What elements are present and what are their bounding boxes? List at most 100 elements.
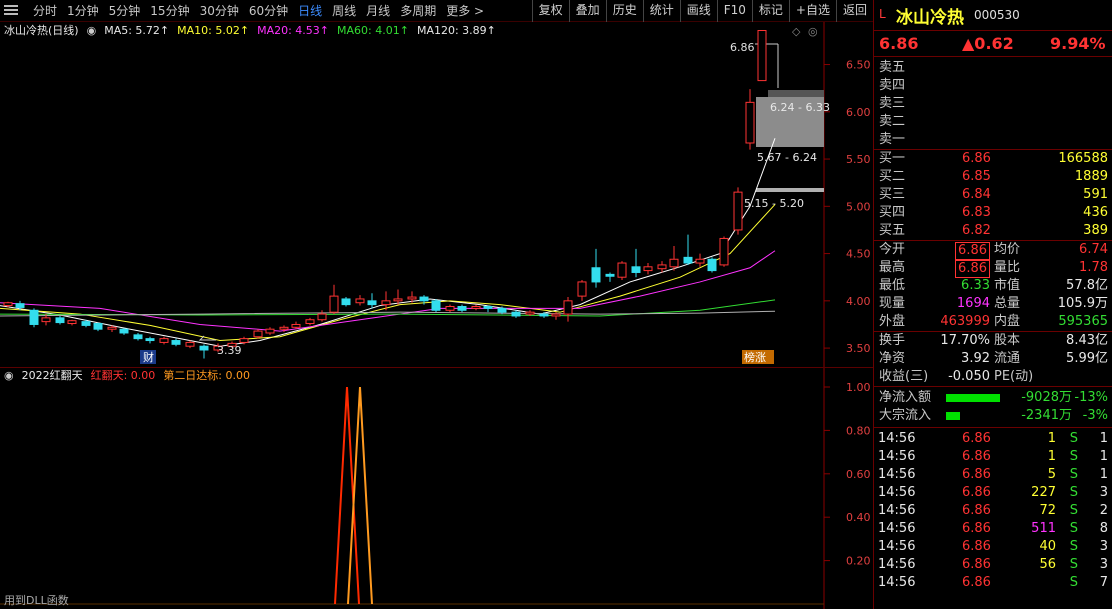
kline-chart[interactable]: 冰山冷热(日线) ◉ MA5: 5.72↑ MA10: 5.02↑ MA20: … [0, 22, 873, 367]
stat-label: 今开 [879, 242, 906, 257]
stat-row: 外盘 463999 内盘 595365 [874, 313, 1112, 331]
candle [81, 321, 91, 326]
finance-tag-label[interactable]: 财 [143, 350, 154, 364]
buy-book: 买一 6.86 166588 买二 6.85 1889 买三 6.84 591 买四 6.83 436… [874, 150, 1112, 241]
sell-row[interactable]: 卖二 [874, 113, 1112, 131]
flow-bar [946, 412, 960, 420]
ma20-label: MA20: 4.53↑ [257, 24, 330, 37]
tool-button-6[interactable]: 标记 [751, 0, 789, 22]
chart-title: 冰山冷热(日线) [4, 24, 79, 37]
sell-row[interactable]: 卖四 [874, 77, 1112, 95]
candle [445, 306, 455, 311]
period-tab-5[interactable]: 60分钟 [244, 3, 293, 19]
buy-volume: 166588 [1058, 151, 1108, 166]
top-toolbar: 分时 1分钟 5分钟 15分钟 30分钟 60分钟 日线 周线 月线 多周期 更多 > 复权 叠加 历史… [0, 0, 873, 22]
indicator-collapse-icon[interactable]: ◉ [4, 369, 14, 383]
candle [159, 338, 169, 343]
fund-value: -0.050 [948, 369, 990, 384]
period-tab-7[interactable]: 周线 [327, 3, 361, 19]
indicator-chart[interactable]: ◉ 2022红翻天 红翻天: 0.00 第二日达标: 0.00 1.00 0.80… [0, 367, 873, 609]
fund-value: 8.43亿 [1066, 333, 1108, 348]
fund-row: 净资 3.92 流通 5.99亿 [874, 350, 1112, 368]
candle [55, 317, 65, 324]
collapse-icon[interactable]: ◉ [87, 24, 97, 38]
tick-row: 14:56 6.86 227 S 3 [874, 484, 1112, 502]
sell-row[interactable]: 卖三 [874, 95, 1112, 113]
fund-label: 换手 [879, 333, 906, 348]
candle [265, 328, 275, 334]
billboard-tag-label[interactable]: 榜涨 [744, 350, 766, 364]
sell-row[interactable]: 卖一 [874, 131, 1112, 149]
gap-box-3 [756, 188, 824, 192]
candle [539, 313, 549, 317]
tool-button-3[interactable]: 统计 [642, 0, 680, 22]
tool-button-5[interactable]: F10 [716, 0, 752, 22]
candle [355, 298, 365, 304]
buy-row[interactable]: 买二 6.85 1889 [874, 168, 1112, 186]
ind-tick-label: 0.80 [846, 424, 871, 437]
period-tab-8[interactable]: 月线 [361, 3, 395, 19]
tool-button-7[interactable]: +自选 [788, 0, 836, 22]
fund-row: 换手 17.70% 股本 8.43亿 [874, 332, 1112, 350]
period-tab-6[interactable]: 日线 [293, 3, 327, 19]
candle [239, 338, 249, 343]
buy-row[interactable]: 买五 6.82 389 [874, 222, 1112, 240]
tool-button-0[interactable]: 复权 [531, 0, 569, 22]
period-tab-4[interactable]: 30分钟 [195, 3, 244, 19]
tick-count: 2 [1099, 503, 1108, 518]
tick-list: 14:56 6.86 1 S 1 14:56 6.86 1 S 1 14:56 6.86 5 S 1 14:5… [874, 428, 1112, 592]
ma10-label: MA10: 5.02↑ [177, 24, 250, 37]
period-tabs: 分时 1分钟 5分钟 15分钟 30分钟 60分钟 日线 周线 月线 多周期 更多 > [28, 3, 489, 19]
tick-count: 3 [1099, 539, 1108, 554]
candle [407, 296, 417, 300]
menu-icon[interactable] [4, 5, 18, 16]
tick-price: 6.86 [962, 575, 991, 590]
indicator-name: 2022红翻天 [21, 369, 83, 382]
sell-row[interactable]: 卖五 [874, 59, 1112, 77]
tick-time: 14:56 [878, 575, 916, 590]
buy-row[interactable]: 买三 6.84 591 [874, 186, 1112, 204]
buy-price: 6.85 [962, 169, 991, 184]
period-tab-1[interactable]: 1分钟 [62, 3, 104, 19]
spike-red [334, 386, 360, 605]
buy-row[interactable]: 买一 6.86 166588 [874, 150, 1112, 168]
stat-value: 1.78 [1079, 260, 1108, 275]
tick-price: 6.86 [962, 449, 991, 464]
buy-row[interactable]: 买四 6.83 436 [874, 204, 1112, 222]
tick-side: S [1069, 521, 1078, 536]
period-tab-3[interactable]: 15分钟 [145, 3, 194, 19]
candle [631, 266, 641, 273]
period-tab-2[interactable]: 5分钟 [104, 3, 146, 19]
market-tag: L [879, 7, 886, 21]
candle [279, 326, 289, 330]
ind-tick-label: 0.40 [846, 511, 871, 524]
ind-tick-label: 0.60 [846, 468, 871, 481]
tick-row: 14:56 6.86 511 S 8 [874, 520, 1112, 538]
tick-time: 14:56 [878, 449, 916, 464]
period-tab-9[interactable]: 多周期 [395, 3, 441, 19]
period-tab-0[interactable]: 分时 [28, 3, 62, 19]
candle [525, 311, 535, 315]
tool-button-1[interactable]: 叠加 [568, 0, 606, 22]
stat-value: 6.86 [955, 242, 990, 260]
diamond-icon[interactable]: ◇ [792, 25, 801, 38]
tick-volume: 40 [1039, 539, 1056, 554]
y-tick-label: 6.00 [846, 106, 871, 119]
y-tick-label: 4.00 [846, 295, 871, 308]
tick-time: 14:56 [878, 503, 916, 518]
indicator-svg: 1.00 0.80 0.60 0.40 0.20 用到DLL函数 [0, 368, 871, 609]
tool-button-2[interactable]: 历史 [605, 0, 643, 22]
buy-label: 买三 [879, 187, 906, 202]
settings-icon[interactable]: ◎ [808, 25, 818, 38]
tool-button-4[interactable]: 画线 [679, 0, 717, 22]
tool-button-8[interactable]: 返回 [835, 0, 873, 22]
period-tab-10[interactable]: 更多 > [441, 3, 489, 19]
candle [683, 256, 693, 264]
y-tick-label: 5.00 [846, 200, 871, 213]
ma20-line [0, 250, 776, 332]
tick-price: 6.86 [962, 503, 991, 518]
buy-volume: 436 [1083, 205, 1108, 220]
tick-volume: 511 [1031, 521, 1056, 536]
fund-label: 收益(三) [879, 369, 929, 384]
candle [171, 340, 181, 345]
